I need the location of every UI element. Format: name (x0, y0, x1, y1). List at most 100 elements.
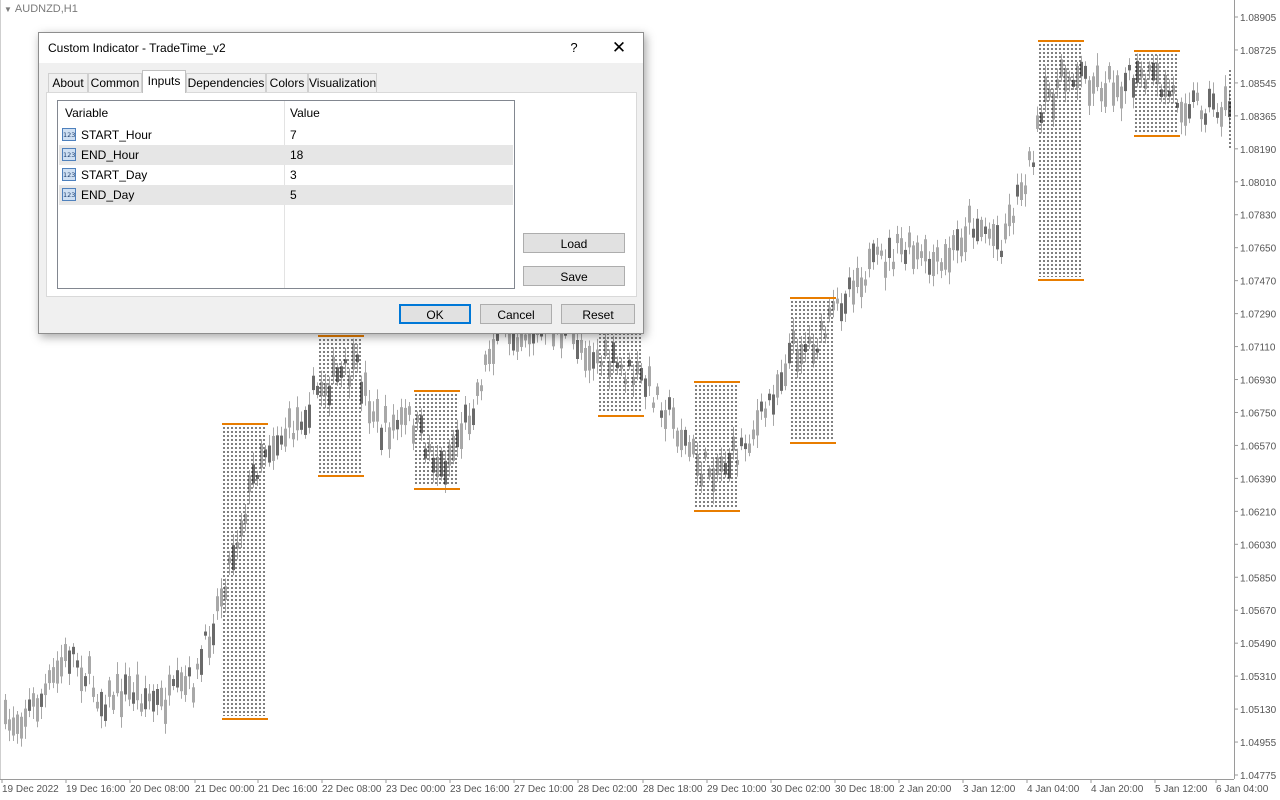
candle-body (984, 226, 987, 234)
price-label: 1.06030 (1240, 540, 1277, 551)
candle-body (444, 460, 447, 485)
candle-body (1124, 72, 1127, 92)
price-label: 1.04775 (1240, 771, 1277, 782)
integer-type-icon: 123 (62, 128, 76, 141)
candle-body (1092, 76, 1095, 94)
candle-body (852, 280, 855, 305)
candle-body (392, 414, 395, 431)
variable-value[interactable]: 3 (290, 165, 297, 185)
candle-body (376, 398, 379, 422)
candle-body (844, 293, 847, 314)
candle-body (476, 382, 479, 396)
candle-body (916, 242, 919, 260)
column-header-value[interactable]: Value (290, 101, 320, 125)
candle-body (1012, 215, 1015, 223)
price-label: 1.06390 (1240, 474, 1277, 485)
price-label: 1.05310 (1240, 672, 1277, 683)
table-row[interactable]: 123 START_Hour 7 (59, 125, 513, 145)
candle-body (36, 698, 39, 722)
candle-body (1024, 185, 1027, 195)
candle-body (16, 714, 19, 734)
candle-body (44, 683, 47, 696)
candle-body (184, 676, 187, 695)
time-label: 23 Dec 00:00 (386, 784, 446, 795)
ok-button[interactable]: OK (399, 304, 471, 324)
column-header-variable[interactable]: Variable (65, 101, 108, 125)
tab-inputs[interactable]: Inputs (142, 70, 186, 93)
candle-body (828, 307, 831, 317)
dropdown-triangle-icon[interactable]: ▼ (4, 5, 12, 14)
dialog-titlebar[interactable]: Custom Indicator - TradeTime_v2 ? ✕ (39, 33, 643, 63)
candle-body (524, 334, 527, 341)
dialog-title: Custom Indicator - TradeTime_v2 (48, 41, 226, 55)
candle-body (68, 650, 71, 674)
candle-body (140, 703, 143, 712)
time-label: 30 Dec 18:00 (835, 784, 895, 795)
candle-body (148, 693, 151, 702)
candle-body (652, 402, 655, 408)
candle-body (1192, 90, 1195, 102)
table-row[interactable]: 123 START_Day 3 (59, 165, 513, 185)
candle-body (1188, 104, 1191, 119)
candle-body (372, 411, 375, 422)
integer-type-icon: 123 (62, 148, 76, 161)
candle-body (712, 468, 715, 492)
candle-body (192, 687, 195, 703)
candle-body (1132, 77, 1135, 98)
variable-value[interactable]: 7 (290, 125, 297, 145)
candle-body (644, 378, 647, 397)
candle-body (20, 716, 23, 739)
reset-button[interactable]: Reset (561, 304, 635, 324)
candle-body (1200, 110, 1203, 120)
candle-body (220, 588, 223, 607)
tab-about[interactable]: About (48, 73, 88, 93)
time-label: 4 Jan 20:00 (1091, 784, 1144, 795)
close-button[interactable]: ✕ (604, 33, 634, 63)
candle-body (1216, 112, 1219, 118)
candle-body (896, 233, 899, 244)
time-label: 3 Jan 12:00 (963, 784, 1016, 795)
candle-body (1008, 204, 1011, 227)
candle-body (304, 409, 307, 435)
candle-body (364, 372, 367, 396)
candle-body (120, 691, 123, 718)
variable-value[interactable]: 18 (290, 145, 303, 165)
candle-body (40, 693, 43, 707)
table-row[interactable]: 123 END_Day 5 (59, 185, 513, 205)
candle-body (748, 443, 751, 453)
inputs-table[interactable]: Variable Value 123 START_Hour 7 123 END_… (57, 100, 515, 289)
candle-body (76, 660, 79, 668)
cancel-button[interactable]: Cancel (480, 304, 552, 324)
variable-value[interactable]: 5 (290, 185, 297, 205)
tab-colors[interactable]: Colors (266, 73, 308, 93)
help-button[interactable]: ? (559, 33, 589, 63)
candle-body (672, 407, 675, 429)
candle-body (980, 219, 983, 237)
candle-body (1000, 250, 1003, 258)
variable-name: END_Hour (81, 148, 140, 162)
candle-body (48, 670, 51, 684)
load-button[interactable]: Load (523, 233, 625, 253)
tab-common[interactable]: Common (88, 73, 142, 93)
candle-body (32, 693, 35, 707)
candle-body (1208, 88, 1211, 108)
price-label: 1.06930 (1240, 376, 1277, 387)
table-row[interactable]: 123 END_Hour 18 (59, 145, 513, 165)
candle-body (596, 349, 599, 364)
tab-visualization[interactable]: Visualization (308, 73, 377, 93)
candle-body (116, 674, 119, 694)
price-label: 1.06750 (1240, 408, 1277, 419)
candle-body (580, 339, 583, 353)
candle-body (212, 623, 215, 646)
price-label: 1.08545 (1240, 79, 1277, 90)
candle-body (316, 385, 319, 395)
candle-body (1204, 113, 1207, 125)
candle-body (956, 229, 959, 251)
time-label: 21 Dec 16:00 (258, 784, 318, 795)
candle-body (760, 401, 763, 412)
candle-body (176, 670, 179, 688)
candle-body (276, 435, 279, 456)
tab-dependencies[interactable]: Dependencies (186, 73, 266, 93)
candle-body (88, 656, 91, 674)
save-button[interactable]: Save (523, 266, 625, 286)
